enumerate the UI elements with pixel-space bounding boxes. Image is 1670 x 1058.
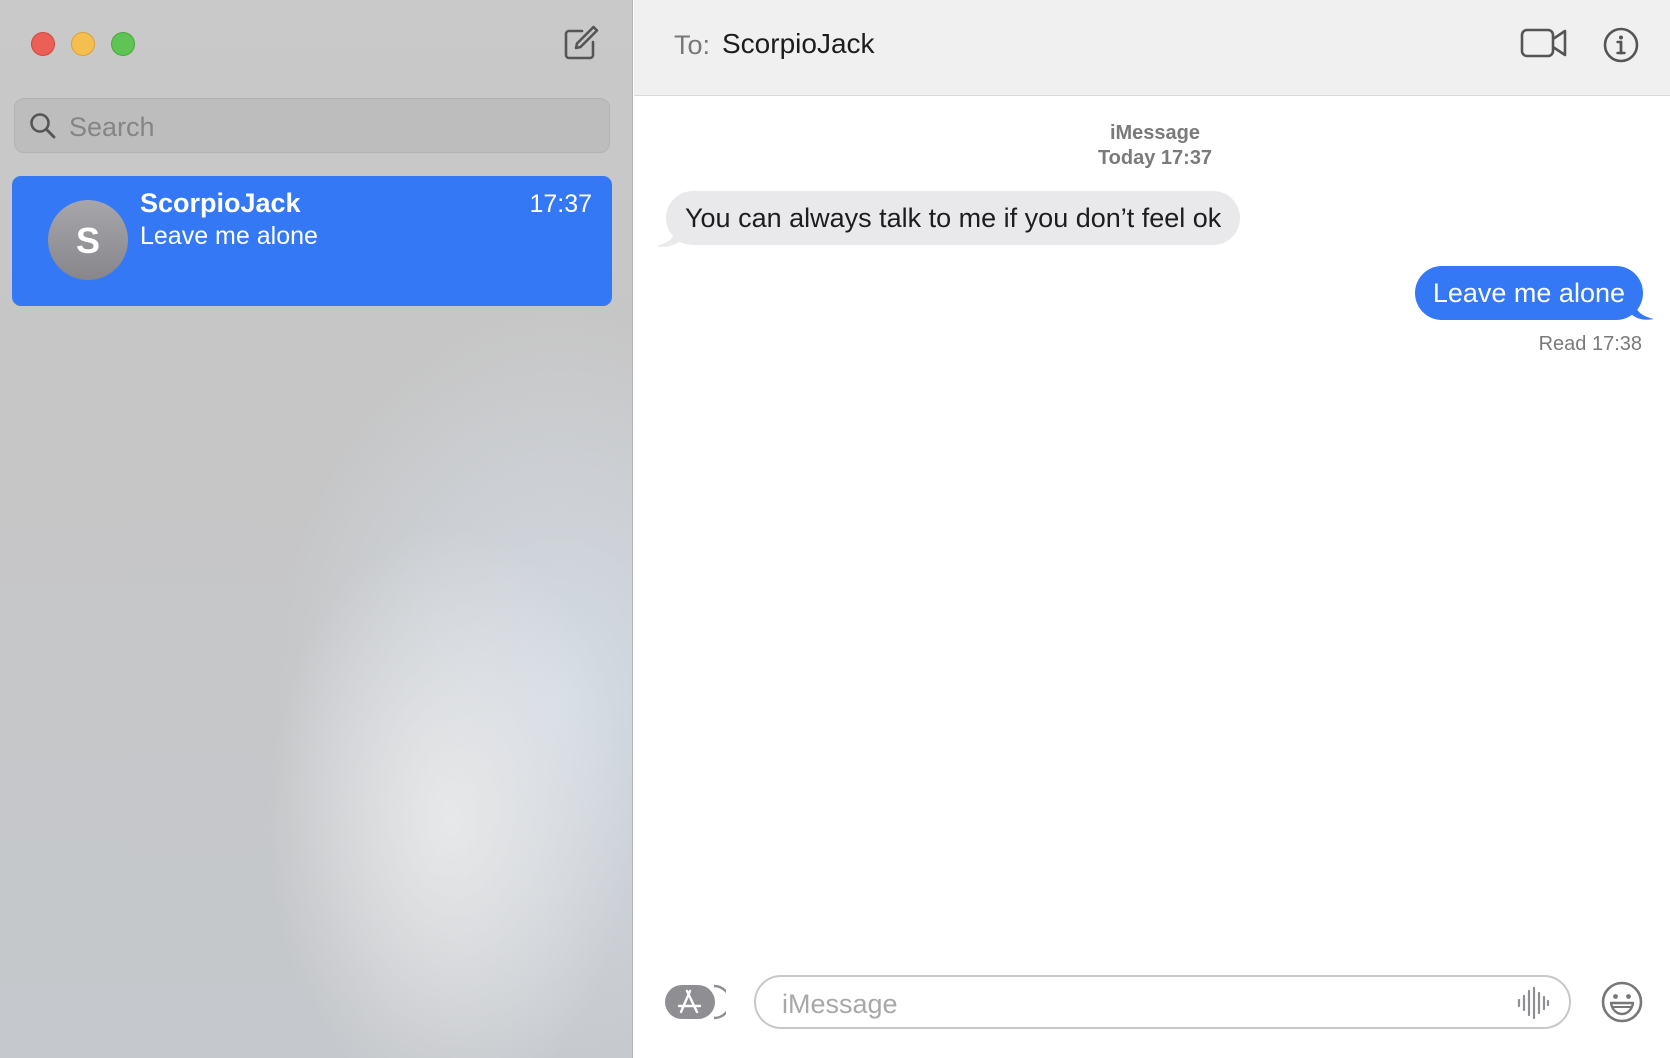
conversation-item[interactable]: S ScorpioJack 17:37 Leave me alone bbox=[12, 176, 612, 306]
search-icon bbox=[30, 113, 56, 139]
close-window-button[interactable] bbox=[31, 32, 55, 56]
search-input[interactable] bbox=[67, 107, 591, 147]
service-label: iMessage bbox=[1109, 122, 1201, 144]
conversation-preview: Leave me alone bbox=[140, 222, 318, 250]
incoming-message[interactable]: You can always talk to me if you don’t f… bbox=[666, 191, 1241, 245]
avatar: S bbox=[48, 200, 128, 280]
conversation-time: 17:37 bbox=[529, 190, 592, 218]
message-field[interactable] bbox=[754, 975, 1571, 1029]
search-field[interactable] bbox=[14, 98, 610, 153]
app-store-icon[interactable] bbox=[664, 982, 726, 1022]
audio-waveform-icon[interactable] bbox=[1516, 987, 1550, 1019]
to-label: To: bbox=[674, 30, 711, 60]
thread-timestamp: Today 17:37 bbox=[1097, 147, 1213, 169]
read-receipt: Read 17:38 bbox=[1538, 333, 1642, 355]
sidebar: S ScorpioJack 17:37 Leave me alone bbox=[0, 0, 633, 1058]
zoom-window-button[interactable] bbox=[111, 32, 135, 56]
conversation-header: To: ScorpioJack bbox=[634, 0, 1670, 96]
thread-meta: iMessage Today 17:37 bbox=[1000, 121, 1310, 171]
outgoing-message[interactable]: Leave me alone bbox=[1414, 266, 1643, 320]
conversation-name: ScorpioJack bbox=[140, 188, 301, 218]
video-call-icon[interactable] bbox=[1520, 25, 1568, 61]
recipient-name[interactable]: ScorpioJack bbox=[722, 28, 875, 60]
info-icon[interactable] bbox=[1602, 26, 1640, 64]
minimize-window-button[interactable] bbox=[71, 32, 95, 56]
compose-icon[interactable] bbox=[560, 24, 600, 64]
message-input[interactable] bbox=[780, 983, 1484, 1025]
emoji-icon[interactable] bbox=[1600, 980, 1644, 1024]
